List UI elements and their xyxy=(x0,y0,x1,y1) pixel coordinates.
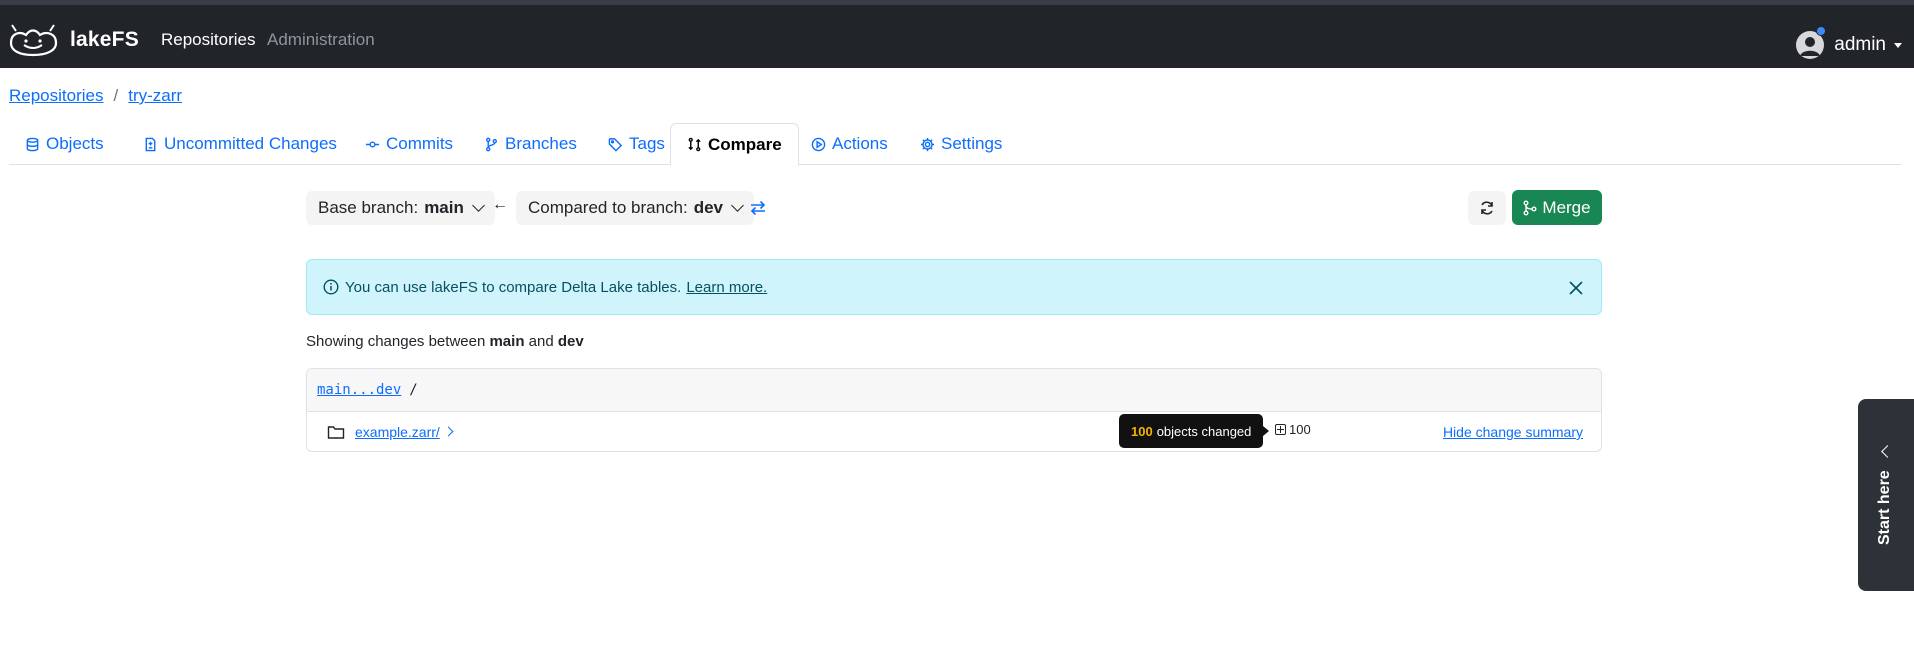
showing-changes-text: Showing changes between main and dev xyxy=(306,333,584,350)
brand-name: lakeFS xyxy=(70,28,139,51)
added-count: 100 xyxy=(1289,422,1311,437)
user-name: admin xyxy=(1834,34,1886,55)
tab-uncommitted-changes[interactable]: Uncommitted Changes xyxy=(127,123,353,165)
showing-base: main xyxy=(489,333,525,350)
tab-label: Settings xyxy=(941,134,1003,153)
nav-repositories[interactable]: Repositories xyxy=(161,30,256,50)
breadcrumb: Repositories / try-zarr xyxy=(9,86,182,106)
tab-objects[interactable]: Objects xyxy=(9,123,120,165)
base-branch-label: Base branch: xyxy=(318,198,419,217)
refresh-button[interactable] xyxy=(1468,191,1506,225)
base-branch-selector[interactable]: Base branch: main xyxy=(306,191,495,225)
base-branch-value: main xyxy=(424,198,464,217)
path-separator: / xyxy=(409,382,418,398)
showing-prefix: Showing changes between xyxy=(306,333,486,350)
tab-branches[interactable]: Branches xyxy=(468,123,593,165)
git-merge-icon xyxy=(1523,200,1537,215)
gear-icon xyxy=(920,137,935,151)
notification-dot xyxy=(1816,26,1826,36)
chevron-down-icon xyxy=(472,199,485,212)
merge-button[interactable]: Merge xyxy=(1512,190,1602,225)
tab-label: Uncommitted Changes xyxy=(164,134,337,153)
start-here-widget[interactable]: Start here xyxy=(1858,399,1914,591)
top-navbar: lakeFS Repositories Administration admin xyxy=(0,5,1914,68)
tooltip-text: objects changed xyxy=(1156,423,1252,439)
tab-label: Objects xyxy=(46,134,104,153)
compared-branch-label: Compared to branch: xyxy=(528,198,688,217)
arrow-left-icon: ← xyxy=(492,196,508,213)
folder-icon xyxy=(327,425,345,439)
ref-link[interactable]: main...dev xyxy=(317,382,401,398)
start-here-label: Start here xyxy=(1876,470,1893,545)
tab-settings[interactable]: Settings xyxy=(904,123,1018,165)
tab-actions[interactable]: Actions xyxy=(795,123,904,165)
showing-compared: dev xyxy=(557,333,584,350)
changes-table: main...dev / example.zarr/ 100 objects c… xyxy=(306,368,1602,452)
tab-label: Commits xyxy=(386,134,454,153)
folder-link[interactable]: example.zarr/ xyxy=(355,424,440,440)
brand[interactable]: lakeFS xyxy=(6,23,139,57)
chevron-left-icon xyxy=(1881,445,1894,458)
table-row[interactable]: example.zarr/ 100 objects changed 100 Hi… xyxy=(307,412,1601,451)
merge-label: Merge xyxy=(1542,197,1591,217)
tab-label: Branches xyxy=(505,134,577,153)
play-icon xyxy=(811,137,826,151)
breadcrumb-separator: / xyxy=(113,86,119,105)
learn-more-link[interactable]: Learn more. xyxy=(686,279,767,296)
tab-compare[interactable]: Compare xyxy=(670,123,799,166)
file-diff-icon xyxy=(145,137,156,151)
plus-square-icon xyxy=(1275,424,1286,435)
tag-icon xyxy=(608,137,623,152)
tab-commits[interactable]: Commits xyxy=(349,123,469,165)
chevron-right-icon xyxy=(443,426,454,437)
git-compare-icon xyxy=(688,137,701,152)
change-summary-tooltip: 100 objects changed xyxy=(1119,414,1270,448)
database-icon xyxy=(26,137,39,151)
refresh-icon xyxy=(1481,201,1493,215)
tab-label: Compare xyxy=(708,134,782,154)
caret-down-icon xyxy=(1894,42,1902,48)
alert-text: You can use lakeFS to compare Delta Lake… xyxy=(345,278,682,296)
tab-label: Tags xyxy=(629,134,665,153)
added-count-badge: 100 xyxy=(1275,422,1311,437)
tab-tags[interactable]: Tags xyxy=(592,123,681,165)
info-icon xyxy=(323,279,339,295)
git-commit-icon xyxy=(365,140,380,148)
swap-branches-icon[interactable] xyxy=(749,199,767,217)
hide-change-summary-link[interactable]: Hide change summary xyxy=(1443,424,1583,440)
git-branch-icon xyxy=(486,137,497,151)
repo-tabs: Objects Uncommitted Changes Commits Bran… xyxy=(9,123,1901,166)
tab-label: Actions xyxy=(832,134,888,153)
info-alert: You can use lakeFS to compare Delta Lake… xyxy=(306,259,1602,315)
nav-administration[interactable]: Administration xyxy=(267,30,375,50)
changes-table-header: main...dev / xyxy=(307,369,1601,412)
user-menu[interactable]: admin xyxy=(1796,31,1902,59)
close-icon[interactable] xyxy=(1567,279,1585,297)
compared-branch-value: dev xyxy=(693,198,723,217)
compared-branch-selector[interactable]: Compared to branch: dev xyxy=(516,191,754,225)
tooltip-count: 100 xyxy=(1131,423,1153,439)
breadcrumb-repositories[interactable]: Repositories xyxy=(9,86,104,106)
chevron-down-icon xyxy=(731,199,744,212)
showing-and: and xyxy=(528,333,554,350)
lakefs-logo-icon xyxy=(9,24,58,57)
breadcrumb-repo[interactable]: try-zarr xyxy=(128,86,182,106)
